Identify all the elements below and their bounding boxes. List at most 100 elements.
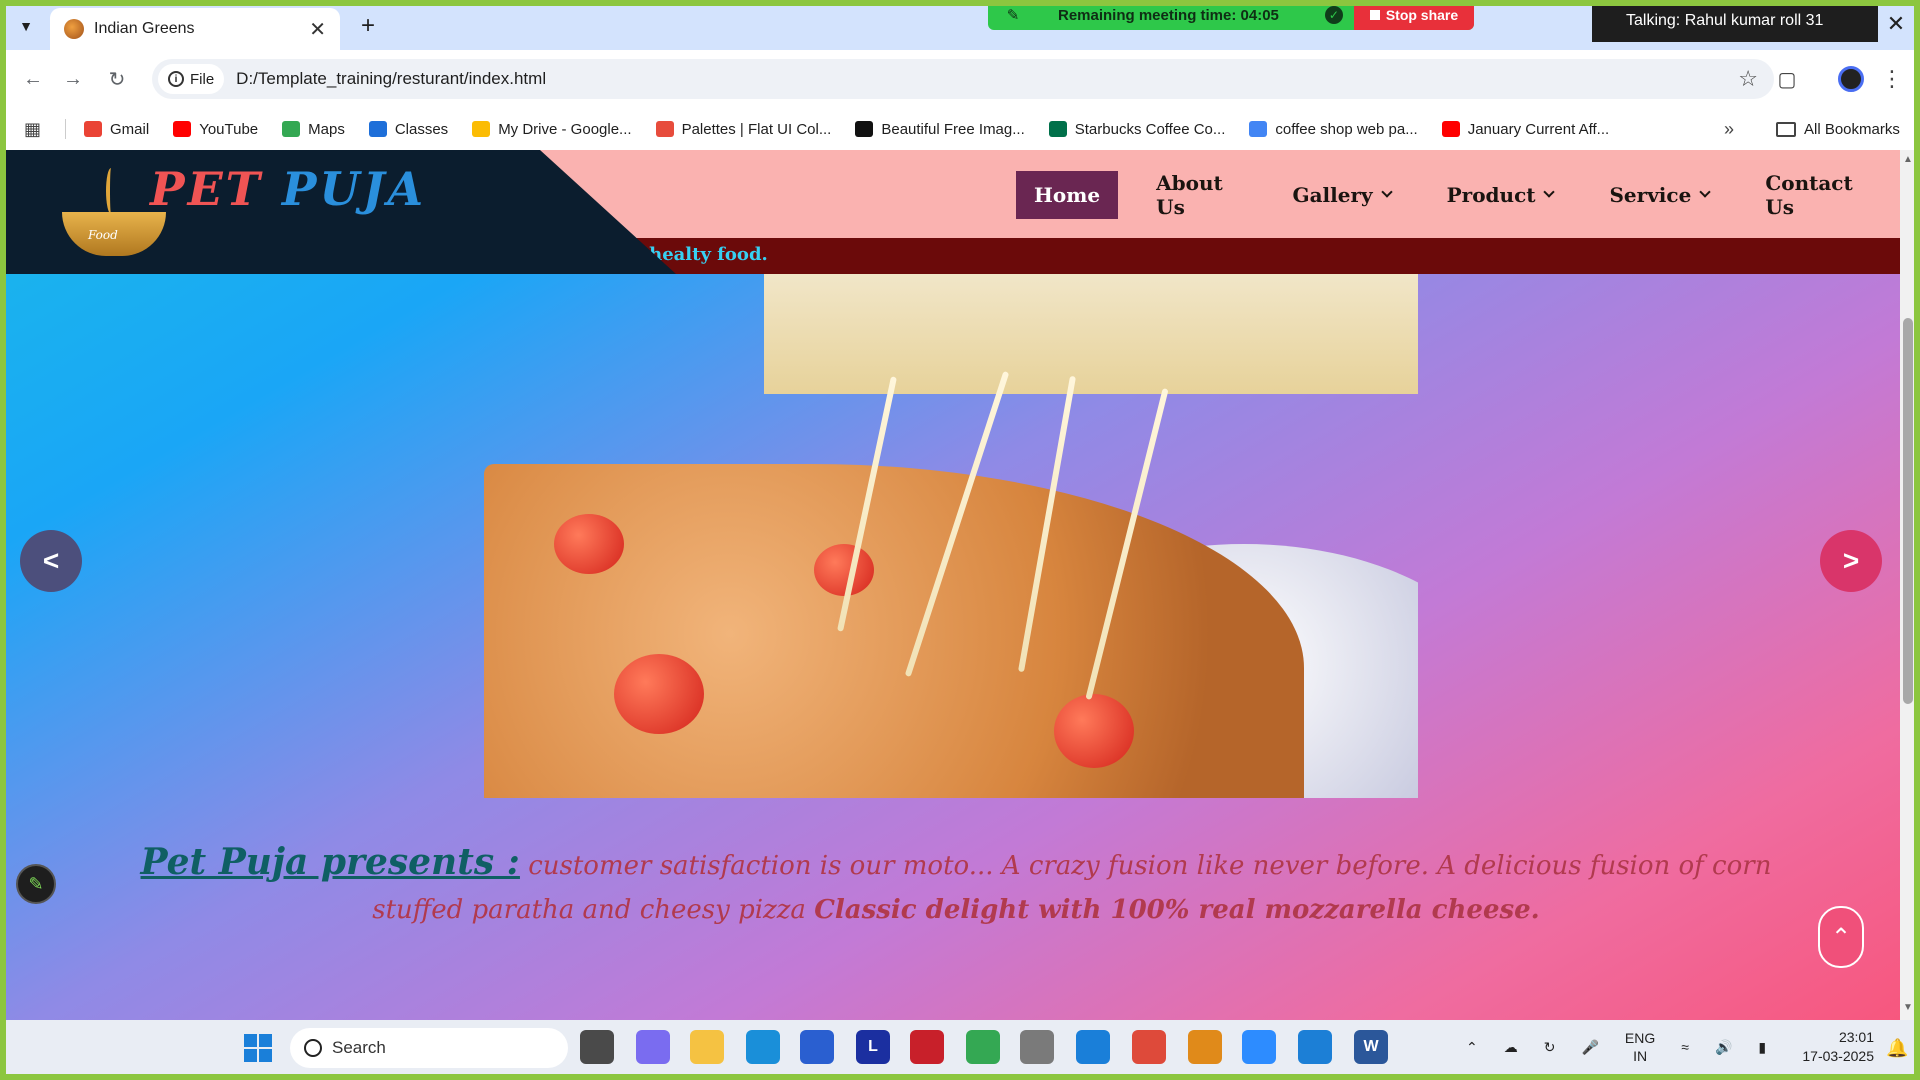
profile-avatar[interactable] bbox=[1838, 66, 1864, 92]
nav-item-product[interactable]: Product bbox=[1429, 171, 1572, 219]
slider-prev-button[interactable]: < bbox=[20, 530, 82, 592]
alexa-icon[interactable] bbox=[1076, 1030, 1110, 1064]
scroll-thumb[interactable] bbox=[1903, 318, 1913, 704]
search-icon bbox=[304, 1039, 322, 1057]
taskbar-search-label: Search bbox=[332, 1038, 386, 1057]
microphone-icon[interactable]: 🎤 bbox=[1581, 1039, 1598, 1056]
address-bar[interactable]: i File D:/Template_training/resturant/in… bbox=[152, 59, 1774, 99]
volume-icon[interactable]: 🔊 bbox=[1715, 1039, 1732, 1056]
sync-icon[interactable]: ↻ bbox=[1544, 1039, 1556, 1056]
new-tab-button[interactable]: + bbox=[352, 10, 384, 42]
bookmark-item[interactable]: January Current Aff... bbox=[1441, 121, 1609, 138]
bookmark-item[interactable]: Maps bbox=[282, 121, 345, 138]
close-tab-icon[interactable]: ✕ bbox=[309, 17, 326, 42]
slider-next-button[interactable]: > bbox=[1820, 530, 1882, 592]
pumpkin-favicon-icon bbox=[64, 19, 84, 39]
stop-share-label: Stop share bbox=[1385, 7, 1459, 23]
stop-share-button[interactable]: Stop share bbox=[1354, 0, 1474, 30]
nav-item-home[interactable]: Home bbox=[1016, 171, 1119, 219]
tomato bbox=[814, 544, 874, 596]
clock-time: 23:01 bbox=[1838, 1029, 1874, 1045]
sublime-text-icon[interactable] bbox=[1188, 1030, 1222, 1064]
copilot-icon[interactable] bbox=[636, 1030, 670, 1064]
site-logo[interactable]: Food PET PUJA bbox=[6, 150, 676, 274]
browser-toolbar: ← → ↻ i File D:/Template_training/restur… bbox=[6, 50, 1914, 108]
pizza-base bbox=[484, 464, 1304, 798]
pin-icon[interactable]: ✎ bbox=[1004, 6, 1022, 24]
edge-icon[interactable] bbox=[746, 1030, 780, 1064]
scheme-label: File bbox=[190, 70, 215, 88]
drive-icon bbox=[472, 121, 491, 137]
bookmark-item[interactable]: Gmail bbox=[84, 121, 149, 138]
nav-item-about-us[interactable]: About Us bbox=[1138, 171, 1254, 219]
bookmark-star-icon[interactable]: ☆ bbox=[1738, 66, 1758, 92]
annotate-pencil-icon[interactable]: ✎ bbox=[16, 864, 56, 904]
taskbar-clock[interactable]: 23:01 17-03-2025 bbox=[1786, 1028, 1874, 1066]
steam-icon bbox=[106, 168, 116, 214]
starbucks-icon bbox=[1048, 121, 1067, 137]
page-scrollbar[interactable]: ▲ ▼ bbox=[1900, 150, 1916, 1020]
nav-item-contact-us[interactable]: Contact Us bbox=[1747, 171, 1880, 219]
nav-item-gallery[interactable]: Gallery bbox=[1275, 171, 1409, 219]
chevron-down-icon bbox=[1543, 186, 1556, 198]
back-to-top-button[interactable]: ⌃ bbox=[1818, 906, 1864, 968]
utility-app-icon[interactable] bbox=[1020, 1030, 1054, 1064]
bookmark-item[interactable]: My Drive - Google... bbox=[472, 121, 632, 138]
file-explorer-icon[interactable] bbox=[690, 1030, 724, 1064]
notification-bell-icon[interactable]: 🔔 bbox=[1886, 1038, 1908, 1059]
word-icon[interactable]: W bbox=[1354, 1030, 1388, 1064]
battery-icon[interactable]: ▮ bbox=[1758, 1039, 1766, 1056]
logo-word-puja: PUJA bbox=[281, 162, 427, 216]
nav-item-service[interactable]: Service bbox=[1591, 171, 1727, 219]
site-info-chip[interactable]: i File bbox=[158, 64, 225, 94]
bookmark-label: Classes bbox=[394, 120, 449, 138]
zoom-icon[interactable] bbox=[1242, 1030, 1276, 1064]
bookmark-item[interactable]: Starbucks Coffee Co... bbox=[1048, 121, 1225, 138]
language-indicator[interactable]: ENG IN bbox=[1625, 1029, 1655, 1065]
apps-grid-icon[interactable]: ▦ bbox=[24, 119, 41, 140]
l-app-icon[interactable]: L bbox=[856, 1030, 890, 1064]
tomato bbox=[614, 654, 704, 734]
bookmarks-list: Gmail YouTube Maps Classes My Drive - Google… bbox=[84, 121, 1633, 138]
all-bookmarks-button[interactable]: All Bookmarks bbox=[1776, 121, 1900, 138]
scroll-up-icon[interactable]: ▲ bbox=[1903, 154, 1913, 165]
tab-search-button[interactable]: ▼ bbox=[10, 10, 42, 42]
gmail-icon bbox=[84, 121, 103, 137]
google-drive-icon[interactable] bbox=[966, 1030, 1000, 1064]
presents-lead[interactable]: Pet Puja presents : bbox=[141, 841, 520, 883]
presents-paragraph: Pet Puja presents : customer satisfactio… bbox=[126, 840, 1786, 932]
folder-icon bbox=[1776, 121, 1796, 137]
back-arrow-icon[interactable]: ← bbox=[18, 64, 48, 94]
presents-highlight: Classic delight with 100% real mozzarell… bbox=[814, 895, 1540, 925]
chrome-icon[interactable] bbox=[1132, 1030, 1166, 1064]
mcafee-icon[interactable] bbox=[910, 1030, 944, 1064]
onedrive-icon[interactable]: ☁ bbox=[1504, 1039, 1518, 1056]
extensions-puzzle-icon[interactable]: ▢ bbox=[1772, 64, 1802, 94]
store-icon[interactable] bbox=[800, 1030, 834, 1064]
palette-icon bbox=[655, 121, 674, 137]
windows-start-icon[interactable] bbox=[244, 1034, 272, 1062]
page-viewport: l healty food. Food PET PUJA Home About U… bbox=[6, 150, 1900, 1020]
main-nav: Home About Us Gallery Product Service Contact… bbox=[1016, 171, 1900, 219]
close-window-icon[interactable]: ✕ bbox=[1878, 6, 1914, 42]
bookmark-item[interactable]: Palettes | Flat UI Col... bbox=[655, 121, 831, 138]
bookmark-item[interactable]: Beautiful Free Imag... bbox=[855, 121, 1025, 138]
vscode-icon[interactable] bbox=[1298, 1030, 1332, 1064]
chevron-up-tray-icon[interactable]: ⌃ bbox=[1466, 1039, 1478, 1056]
bookmark-label: YouTube bbox=[199, 120, 259, 138]
browser-tab-active[interactable]: Indian Greens ✕ bbox=[50, 8, 340, 50]
bookmark-item[interactable]: YouTube bbox=[173, 121, 258, 138]
site-header: l healty food. Food PET PUJA Home About U… bbox=[6, 150, 1900, 274]
wifi-icon[interactable]: ≈ bbox=[1681, 1039, 1689, 1055]
kebab-menu-icon[interactable]: ⋮ bbox=[1881, 62, 1903, 96]
bookmark-item[interactable]: coffee shop web pa... bbox=[1249, 121, 1418, 138]
bookmark-item[interactable]: Classes bbox=[368, 120, 449, 138]
forward-arrow-icon[interactable]: → bbox=[58, 64, 88, 94]
scroll-down-icon[interactable]: ▼ bbox=[1903, 1002, 1913, 1013]
taskbar-search[interactable]: Search bbox=[290, 1028, 568, 1068]
chevron-double-right-icon[interactable]: » bbox=[1724, 119, 1734, 140]
task-view-icon[interactable] bbox=[580, 1030, 614, 1064]
url-text[interactable]: D:/Template_training/resturant/index.htm… bbox=[236, 69, 546, 89]
reload-icon[interactable]: ↻ bbox=[102, 64, 132, 94]
all-bookmarks-label: All Bookmarks bbox=[1804, 120, 1900, 138]
